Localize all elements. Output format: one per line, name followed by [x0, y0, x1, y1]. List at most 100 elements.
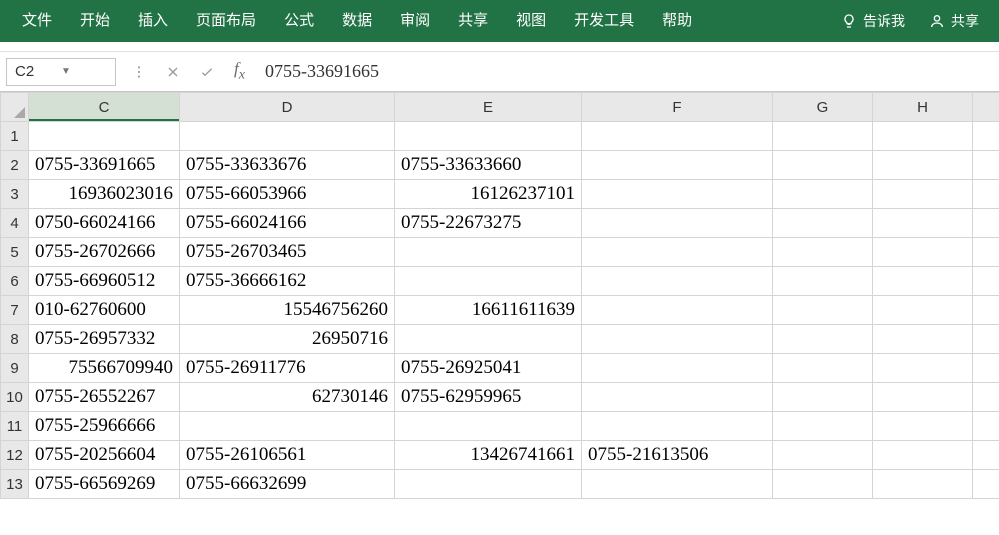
cell-F13[interactable]: [582, 470, 773, 499]
cell-E11[interactable]: [395, 412, 582, 441]
chevron-down-icon[interactable]: ▼: [61, 66, 107, 77]
cell-F5[interactable]: [582, 238, 773, 267]
cell-E7[interactable]: 16611611639: [395, 296, 582, 325]
cell-next-9[interactable]: [973, 354, 999, 383]
cell-D7[interactable]: 15546756260: [180, 296, 395, 325]
tab-home[interactable]: 开始: [66, 0, 124, 42]
cell-D12[interactable]: 0755-26106561: [180, 441, 395, 470]
row-header[interactable]: 13: [1, 470, 29, 499]
cell-next-11[interactable]: [973, 412, 999, 441]
cell-F11[interactable]: [582, 412, 773, 441]
cell-G10[interactable]: [773, 383, 873, 412]
cell-H3[interactable]: [873, 180, 973, 209]
cell-C2[interactable]: 0755-33691665: [29, 151, 180, 180]
cell-E10[interactable]: 0755-62959965: [395, 383, 582, 412]
cell-C5[interactable]: 0755-26702666: [29, 238, 180, 267]
cell-next-13[interactable]: [973, 470, 999, 499]
tab-formulas[interactable]: 公式: [270, 0, 328, 42]
cell-E8[interactable]: [395, 325, 582, 354]
col-header-next[interactable]: [973, 93, 999, 122]
cell-G8[interactable]: [773, 325, 873, 354]
tab-review[interactable]: 审阅: [386, 0, 444, 42]
cell-H11[interactable]: [873, 412, 973, 441]
row-header[interactable]: 9: [1, 354, 29, 383]
cell-next-3[interactable]: [973, 180, 999, 209]
cell-G13[interactable]: [773, 470, 873, 499]
col-header-E[interactable]: E: [395, 93, 582, 122]
formula-input[interactable]: [255, 61, 999, 82]
cancel-formula-button[interactable]: [156, 52, 190, 92]
row-header[interactable]: 12: [1, 441, 29, 470]
cell-G12[interactable]: [773, 441, 873, 470]
spreadsheet-grid[interactable]: C D E F G H 120755-336916650755-33633676…: [0, 92, 999, 499]
tab-page-layout[interactable]: 页面布局: [182, 0, 270, 42]
cell-E1[interactable]: [395, 122, 582, 151]
cell-C12[interactable]: 0755-20256604: [29, 441, 180, 470]
cell-C10[interactable]: 0755-26552267: [29, 383, 180, 412]
cell-G5[interactable]: [773, 238, 873, 267]
cell-next-2[interactable]: [973, 151, 999, 180]
row-header[interactable]: 1: [1, 122, 29, 151]
cell-E5[interactable]: [395, 238, 582, 267]
cell-F6[interactable]: [582, 267, 773, 296]
cell-E12[interactable]: 13426741661: [395, 441, 582, 470]
cell-H13[interactable]: [873, 470, 973, 499]
cell-C11[interactable]: 0755-25966666: [29, 412, 180, 441]
cell-F1[interactable]: [582, 122, 773, 151]
cell-C13[interactable]: 0755-66569269: [29, 470, 180, 499]
cell-D10[interactable]: 62730146: [180, 383, 395, 412]
cell-next-8[interactable]: [973, 325, 999, 354]
fx-icon[interactable]: fx: [224, 59, 255, 83]
cell-G6[interactable]: [773, 267, 873, 296]
cell-H5[interactable]: [873, 238, 973, 267]
col-header-F[interactable]: F: [582, 93, 773, 122]
cell-E2[interactable]: 0755-33633660: [395, 151, 582, 180]
cell-C8[interactable]: 0755-26957332: [29, 325, 180, 354]
row-header[interactable]: 10: [1, 383, 29, 412]
cell-next-12[interactable]: [973, 441, 999, 470]
cell-D1[interactable]: [180, 122, 395, 151]
cell-C9[interactable]: 75566709940: [29, 354, 180, 383]
cell-F12[interactable]: 0755-21613506: [582, 441, 773, 470]
col-header-G[interactable]: G: [773, 93, 873, 122]
cell-next-5[interactable]: [973, 238, 999, 267]
tab-view[interactable]: 视图: [502, 0, 560, 42]
cell-D8[interactable]: 26950716: [180, 325, 395, 354]
cell-C1[interactable]: [29, 122, 180, 151]
cell-D6[interactable]: 0755-36666162: [180, 267, 395, 296]
cell-H8[interactable]: [873, 325, 973, 354]
cell-F4[interactable]: [582, 209, 773, 238]
row-header[interactable]: 6: [1, 267, 29, 296]
cell-G1[interactable]: [773, 122, 873, 151]
tab-insert[interactable]: 插入: [124, 0, 182, 42]
cell-H10[interactable]: [873, 383, 973, 412]
name-box[interactable]: C2 ▼: [6, 58, 116, 86]
cell-F2[interactable]: [582, 151, 773, 180]
cell-next-1[interactable]: [973, 122, 999, 151]
cell-H6[interactable]: [873, 267, 973, 296]
cell-D11[interactable]: [180, 412, 395, 441]
col-header-D[interactable]: D: [180, 93, 395, 122]
cell-F8[interactable]: [582, 325, 773, 354]
cell-G7[interactable]: [773, 296, 873, 325]
cell-F3[interactable]: [582, 180, 773, 209]
cell-H9[interactable]: [873, 354, 973, 383]
cell-G2[interactable]: [773, 151, 873, 180]
col-header-H[interactable]: H: [873, 93, 973, 122]
cell-E4[interactable]: 0755-22673275: [395, 209, 582, 238]
cell-H4[interactable]: [873, 209, 973, 238]
cell-D13[interactable]: 0755-66632699: [180, 470, 395, 499]
cell-H12[interactable]: [873, 441, 973, 470]
formula-history-button[interactable]: [122, 52, 156, 92]
cell-H7[interactable]: [873, 296, 973, 325]
cell-C7[interactable]: 010-62760600: [29, 296, 180, 325]
cell-D4[interactable]: 0755-66024166: [180, 209, 395, 238]
share-button[interactable]: 共享: [917, 0, 991, 42]
cell-G4[interactable]: [773, 209, 873, 238]
row-header[interactable]: 2: [1, 151, 29, 180]
cell-G11[interactable]: [773, 412, 873, 441]
cell-F10[interactable]: [582, 383, 773, 412]
select-all-corner[interactable]: [1, 93, 29, 122]
col-header-C[interactable]: C: [29, 93, 180, 122]
cell-C6[interactable]: 0755-66960512: [29, 267, 180, 296]
